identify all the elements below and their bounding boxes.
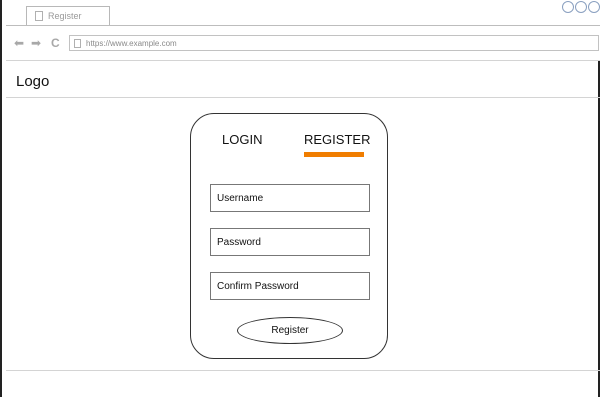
close-button[interactable] (588, 1, 600, 13)
password-field[interactable]: Password (210, 228, 370, 256)
register-button-label: Register (271, 325, 309, 336)
browser-tab[interactable]: Register (26, 6, 110, 25)
auth-card: LOGIN REGISTER Username Password Confirm… (190, 113, 388, 359)
username-placeholder: Username (217, 192, 264, 204)
confirm-password-field[interactable]: Confirm Password (210, 272, 370, 300)
url-input[interactable]: https://www.example.com (69, 35, 599, 51)
url-text: https://www.example.com (86, 38, 177, 48)
tab-register[interactable]: REGISTER (304, 132, 370, 147)
password-placeholder: Password (217, 236, 261, 248)
minimize-button[interactable] (562, 1, 574, 13)
forward-arrow-icon[interactable]: ➡ (31, 36, 41, 50)
active-tab-indicator (304, 152, 364, 157)
confirm-password-placeholder: Confirm Password (217, 280, 299, 292)
maximize-button[interactable] (575, 1, 587, 13)
window-controls (562, 1, 600, 13)
tab-login[interactable]: LOGIN (222, 132, 262, 147)
page-icon (35, 11, 43, 21)
address-bar: ⬅ ➡ C https://www.example.com (6, 26, 600, 61)
browser-window: Register ⬅ ➡ C https://www.example.com L… (0, 0, 600, 397)
register-button[interactable]: Register (237, 317, 343, 344)
tab-title: Register (48, 11, 82, 21)
back-arrow-icon[interactable]: ⬅ (14, 36, 24, 50)
tab-bar: Register (6, 0, 600, 26)
site-header: Logo (6, 61, 600, 98)
footer-divider (6, 370, 600, 371)
username-field[interactable]: Username (210, 184, 370, 212)
logo[interactable]: Logo (16, 73, 49, 90)
page-icon (74, 38, 81, 48)
reload-icon[interactable]: C (51, 36, 60, 50)
